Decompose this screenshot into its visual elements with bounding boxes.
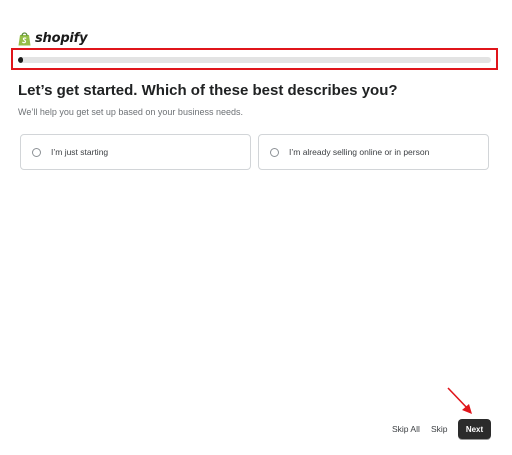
annotation-arrow-icon [447, 387, 472, 414]
skip-button[interactable]: Skip [431, 424, 448, 434]
radio-button[interactable] [32, 147, 41, 157]
option-label: I’m already selling online or in person [289, 147, 430, 157]
option-label: I’m just starting [51, 147, 109, 157]
page-title: Let’s get started. Which of these best d… [18, 82, 398, 99]
skip-all-button[interactable]: Skip All [392, 424, 420, 434]
shopify-logo: shopify [18, 28, 88, 48]
progress-bar-fill [18, 57, 23, 63]
page-subtitle: We’ll help you get set up based on your … [18, 107, 243, 117]
next-button[interactable]: Next [458, 419, 491, 439]
radio-button[interactable] [270, 147, 279, 157]
shopify-bag-icon [18, 31, 31, 46]
logo-wordmark: shopify [35, 30, 88, 46]
progress-bar [18, 57, 491, 63]
option-just-starting[interactable]: I’m just starting [20, 134, 251, 170]
option-already-selling[interactable]: I’m already selling online or in person [258, 134, 489, 170]
